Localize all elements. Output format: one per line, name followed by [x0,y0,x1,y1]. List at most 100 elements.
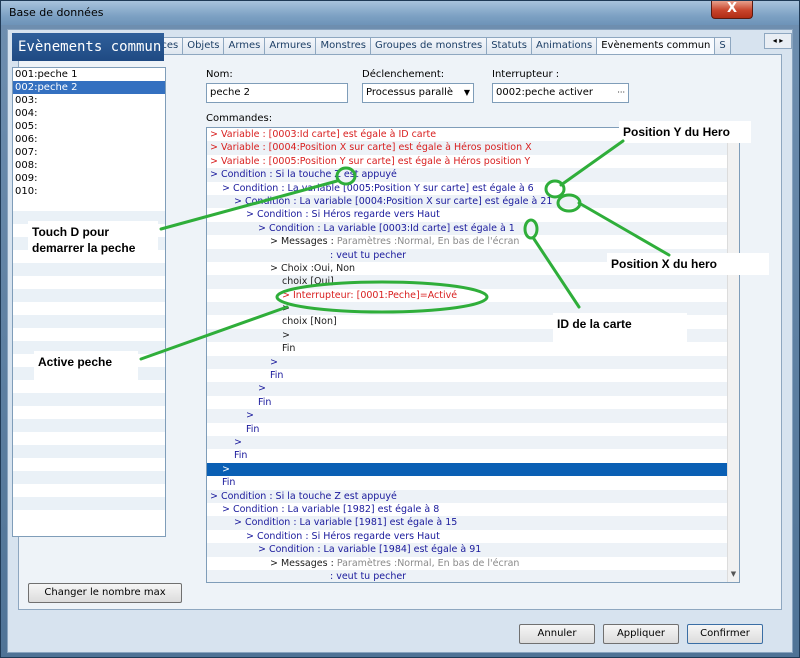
command-row[interactable]: > Interrupteur: [0001:Peche]=Activé [207,289,739,302]
trigger-label: Déclenchement: [362,69,445,80]
command-row[interactable]: > Messages : Paramètres :Normal, En bas … [207,235,739,248]
annotation-active-peche: Active peche [34,351,138,391]
command-row[interactable]: : veut tu pecher [207,569,739,582]
event-list[interactable]: 001:peche 1 002:peche 2 003: 004: 005: 006: 00… [12,67,166,537]
tab-10[interactable]: Evènements commun [596,37,716,55]
command-row[interactable]: > Condition : Si la touche Z est appuyé [207,489,739,503]
list-item[interactable] [13,328,165,341]
command-row[interactable]: > Condition : La variable [1982] est éga… [207,503,739,516]
command-row[interactable]: > Condition : Si Héros regarde vers Haut [207,208,739,221]
trigger-value: Processus parallè [366,87,454,98]
command-text: > [246,410,254,422]
list-item[interactable] [13,458,165,471]
command-text: Fin [246,423,260,435]
common-events-heading: Evènements commun [12,33,164,61]
command-row[interactable]: Fin [207,449,739,462]
command-text: Fin [234,450,248,462]
list-item[interactable]: 008: [13,159,165,172]
command-params: Paramètres :Normal, En bas de l'écran [336,236,520,248]
list-item[interactable] [13,276,165,289]
command-list[interactable]: > Variable : [0003:Id carte] est égale à… [206,127,740,583]
command-row[interactable]: > [207,409,739,423]
command-text: > Condition : Si la touche Z est appuyé [210,169,397,181]
command-text: > Messages : [270,557,337,569]
command-row[interactable]: choix [Oui] [207,275,739,289]
tab-3[interactable]: Objets [182,37,225,55]
command-row[interactable]: > Condition : Si Héros regarde vers Haut [207,530,739,543]
command-row[interactable]: > [207,435,739,450]
list-item[interactable]: 002:peche 2 [13,81,165,94]
command-text: > [222,463,230,475]
tab-4[interactable]: Armes [223,37,266,55]
command-text: > Condition : Si Héros regarde vers Haut [246,530,440,542]
command-row[interactable]: Fin [207,476,739,489]
list-item[interactable]: 007: [13,146,165,159]
command-row[interactable]: > [207,382,739,396]
list-item[interactable] [13,497,165,510]
scroll-down-icon[interactable]: ▼ [728,570,739,582]
list-item[interactable]: 003: [13,94,165,107]
command-text: > Condition : La variable [1984] est éga… [258,544,482,556]
tab-9[interactable]: Animations [531,37,598,55]
list-item[interactable] [13,419,165,432]
list-item[interactable]: 005: [13,120,165,133]
command-row[interactable]: > Condition : La variable [1981] est éga… [207,516,739,530]
command-row[interactable]: > [207,355,739,370]
list-item[interactable] [13,315,165,328]
command-text: > [258,383,266,395]
command-row[interactable]: Fin [207,369,739,382]
list-item[interactable]: 004: [13,107,165,120]
name-label: Nom: [206,69,233,80]
command-scrollbar[interactable]: ▲ ▼ [727,128,739,582]
list-item[interactable] [13,484,165,497]
command-rows: > Variable : [0003:Id carte] est égale à… [207,128,739,582]
command-row[interactable]: Fin [207,423,739,436]
list-item[interactable] [13,406,165,419]
command-row[interactable]: > Variable : [0005:Position Y sur carte]… [207,155,739,168]
switch-value: 0002:peche activer [496,87,593,98]
tab-6[interactable]: Monstres [315,37,371,55]
command-row[interactable]: > Condition : La variable [0003:Id carte… [207,221,739,236]
tab-scroll-arrows[interactable]: ◂ ▸ [764,33,792,49]
tab-7[interactable]: Groupes de monstres [369,37,488,55]
list-item[interactable] [13,263,165,276]
confirm-button[interactable]: Confirmer [687,624,763,644]
list-item[interactable] [13,289,165,302]
list-item[interactable] [13,432,165,445]
command-text: > Variable : [0005:Position Y sur carte]… [210,155,531,167]
command-row[interactable]: > Variable : [0004:Position X sur carte]… [207,141,739,155]
list-item[interactable] [13,393,165,406]
list-item[interactable]: 006: [13,133,165,146]
switch-picker[interactable]: 0002:peche activer ··· [492,83,629,103]
command-row[interactable]: > Condition : Si la touche Z est appuyé [207,168,739,182]
name-input[interactable]: peche 2 [206,83,348,103]
command-row[interactable]: > Condition : La variable [0005:Position… [207,182,739,195]
list-item[interactable] [13,445,165,458]
switch-label: Interrupteur : [492,69,560,80]
command-row[interactable]: > Condition : La variable [0004:Position… [207,194,739,209]
command-row[interactable]: Fin [207,396,739,409]
cancel-button[interactable]: Annuler [519,624,595,644]
command-text: > Condition : La variable [1982] est éga… [222,503,440,515]
list-item[interactable] [13,471,165,484]
list-item[interactable] [13,198,165,211]
tab-11[interactable]: S [714,37,731,55]
tab-5[interactable]: Armures [264,37,317,55]
annotation-position-y: Position Y du Hero [619,121,751,143]
list-item[interactable]: 010: [13,185,165,198]
change-max-button[interactable]: Changer le nombre max [28,583,182,603]
window-title: Base de données [9,6,104,19]
command-row[interactable]: > Condition : La variable [1984] est éga… [207,543,739,557]
close-button[interactable]: X [711,1,753,19]
command-row[interactable]: > [207,462,739,477]
database-window: Base de données X HérosClassesCompétence… [0,0,800,658]
trigger-select[interactable]: Processus parallè ▼ [362,83,474,103]
list-item[interactable]: 001:peche 1 [13,68,165,81]
command-text: > Choix :Oui, Non [270,262,356,274]
tab-8[interactable]: Statuts [486,37,532,55]
apply-button[interactable]: Appliquer [603,624,679,644]
command-text: > Condition : La variable [1981] est éga… [234,517,458,529]
list-item[interactable] [13,302,165,315]
command-row[interactable]: > Messages : Paramètres :Normal, En bas … [207,557,739,570]
list-item[interactable]: 009: [13,172,165,185]
